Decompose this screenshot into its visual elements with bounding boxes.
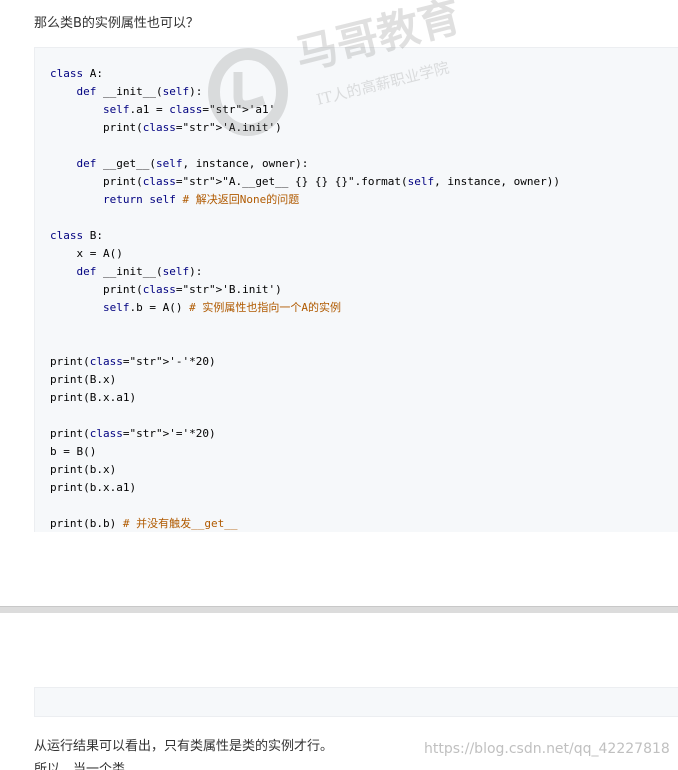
code-line: print(b.x.a1) [50, 481, 137, 494]
code-line: print(b.b) # 并没有触发__get__ [50, 517, 238, 530]
section-divider [0, 606, 678, 613]
code-line: print(b.x) [50, 463, 117, 476]
code-line: def __init__(self): [76, 85, 203, 98]
code-line: return self # 解决返回None的问题 [102, 193, 300, 206]
code-line: print(class="str">"A.__get__ {} {} {}".f… [50, 175, 560, 188]
code-line: print(class="str">'B.init') [50, 283, 282, 296]
code-line: print(class="str">'='*20) [50, 427, 216, 440]
code-line: print(class="str">'-'*20) [50, 355, 216, 368]
code-block: class A: def __init__(self): self.a1 = c… [34, 47, 678, 532]
code-line: class A: [50, 67, 103, 80]
code-line: print(B.x) [50, 373, 117, 386]
code-line: print(B.x.a1) [50, 391, 137, 404]
code-line: x = A() [50, 247, 123, 260]
empty-code-block [34, 687, 678, 717]
code-line: b = B() [50, 445, 97, 458]
code-lines: class A: def __init__(self): self.a1 = c… [50, 65, 560, 532]
conclusion-text: 从运行结果可以看出，只有类属性是类的实例才行。 [34, 739, 334, 754]
code-line: print(class="str">'A.init') [50, 121, 282, 134]
code-line: self.b = A() # 实例属性也指向一个A的实例 [102, 301, 341, 314]
csdn-url-watermark: https://blog.csdn.net/qq_42227818 [424, 741, 670, 757]
code-line: self.a1 = class="str">'a1' [102, 103, 276, 116]
code-line: class B: [50, 229, 103, 242]
cutoff-text: 所以，当一个类 [34, 762, 126, 770]
question-text: 那么类B的实例属性也可以？ [34, 16, 199, 31]
code-line: def __get__(self, instance, owner): [76, 157, 309, 170]
code-line: def __init__(self): [76, 265, 203, 278]
